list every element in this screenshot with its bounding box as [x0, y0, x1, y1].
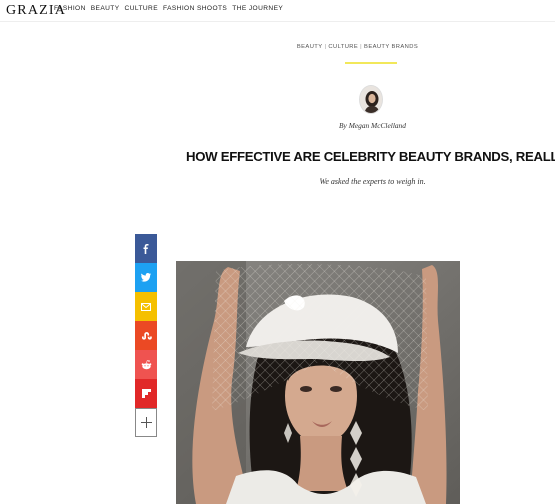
share-facebook-button[interactable]	[135, 234, 157, 263]
article-hero-image	[176, 261, 460, 504]
author-portrait-icon	[360, 86, 382, 113]
author-byline[interactable]: By Megan McClelland	[300, 121, 445, 130]
flipboard-icon	[141, 389, 151, 398]
share-flipboard-button[interactable]	[135, 379, 157, 408]
nav-item-culture[interactable]: CULTURE	[125, 5, 158, 12]
share-more-button[interactable]	[135, 408, 157, 437]
article-standfirst: We asked the experts to weigh in.	[319, 177, 426, 186]
share-stumbleupon-button[interactable]	[135, 321, 157, 350]
plus-icon	[140, 417, 152, 428]
breadcrumb-separator: |	[324, 44, 327, 50]
share-twitter-button[interactable]	[135, 263, 157, 292]
social-share-bar	[135, 234, 157, 437]
email-icon	[141, 302, 151, 311]
nav-item-fashion[interactable]: FASHION	[54, 5, 86, 12]
share-reddit-button[interactable]	[135, 350, 157, 379]
article-headline: HOW EFFECTIVE ARE CELEBRITY BEAUTY BRAND…	[186, 149, 555, 164]
main-nav: FASHION BEAUTY CULTURE FASHION SHOOTS TH…	[54, 5, 283, 12]
hero-photo-illustration	[176, 261, 460, 504]
breadcrumb-beauty-brands[interactable]: BEAUTY BRANDS	[364, 44, 418, 50]
site-header: GRAZIA FASHION BEAUTY CULTURE FASHION SH…	[0, 0, 555, 22]
breadcrumb-culture[interactable]: CULTURE	[328, 44, 358, 50]
facebook-icon	[143, 243, 149, 254]
reddit-icon	[141, 359, 151, 369]
accent-divider	[345, 62, 397, 64]
nav-item-the-journey[interactable]: THE JOURNEY	[232, 5, 283, 12]
share-email-button[interactable]	[135, 292, 157, 321]
nav-item-beauty[interactable]: BEAUTY	[91, 5, 120, 12]
stumbleupon-icon	[141, 331, 152, 340]
breadcrumb: BEAUTY | CULTURE | BEAUTY BRANDS	[285, 44, 430, 50]
nav-item-fashion-shoots[interactable]: FASHION SHOOTS	[163, 5, 227, 12]
twitter-icon	[141, 273, 151, 282]
breadcrumb-beauty[interactable]: BEAUTY	[297, 44, 323, 50]
breadcrumb-separator: |	[360, 44, 363, 50]
author-avatar[interactable]	[359, 85, 383, 114]
